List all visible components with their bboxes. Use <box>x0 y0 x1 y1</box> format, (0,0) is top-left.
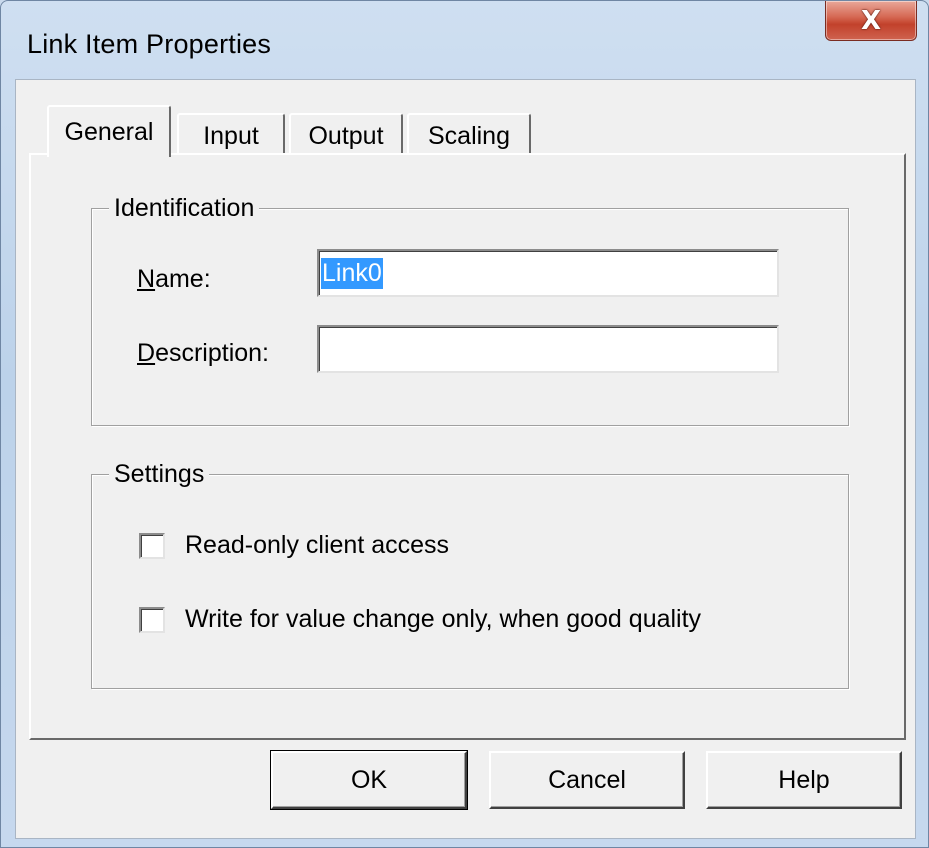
tab-input[interactable]: Input <box>177 113 285 157</box>
name-label: Name: <box>137 267 211 292</box>
read-only-label: Read-only client access <box>185 531 450 559</box>
tab-output-label: Output <box>308 121 384 150</box>
name-label-accel: N <box>137 265 156 293</box>
name-input[interactable]: Link0 <box>317 249 779 297</box>
identification-legend: Identification <box>109 196 260 221</box>
tab-scaling-label: Scaling <box>428 121 510 150</box>
write-change-checkbox[interactable] <box>139 606 165 633</box>
description-input[interactable] <box>317 325 779 373</box>
tab-input-label: Input <box>203 121 259 150</box>
identification-group <box>91 208 849 426</box>
settings-group <box>91 474 849 689</box>
name-input-value: Link0 <box>321 257 383 289</box>
help-button[interactable]: Help <box>706 751 902 809</box>
dialog-title: Link Item Properties <box>27 29 272 59</box>
read-only-checkbox[interactable] <box>139 532 165 559</box>
write-change-label: Write for value change only, when good q… <box>185 605 702 633</box>
description-label-accel: D <box>137 339 156 367</box>
ok-button[interactable]: OK <box>270 750 468 810</box>
close-button[interactable]: X <box>825 1 917 41</box>
read-only-option[interactable]: Read-only client access <box>139 531 449 560</box>
name-label-text: ame: <box>155 265 211 293</box>
tab-output[interactable]: Output <box>289 113 403 157</box>
tab-scaling[interactable]: Scaling <box>407 113 531 157</box>
cancel-button[interactable]: Cancel <box>489 751 685 809</box>
tab-general-label: General <box>64 117 154 146</box>
dialog-window: Link Item Properties X General Input Out… <box>0 0 929 848</box>
description-label-text: escription: <box>155 339 270 367</box>
close-icon: X <box>860 5 882 36</box>
tab-general[interactable]: General <box>47 105 171 157</box>
write-change-option[interactable]: Write for value change only, when good q… <box>139 605 701 634</box>
description-label: Description: <box>137 341 269 366</box>
settings-legend: Settings <box>109 462 210 487</box>
